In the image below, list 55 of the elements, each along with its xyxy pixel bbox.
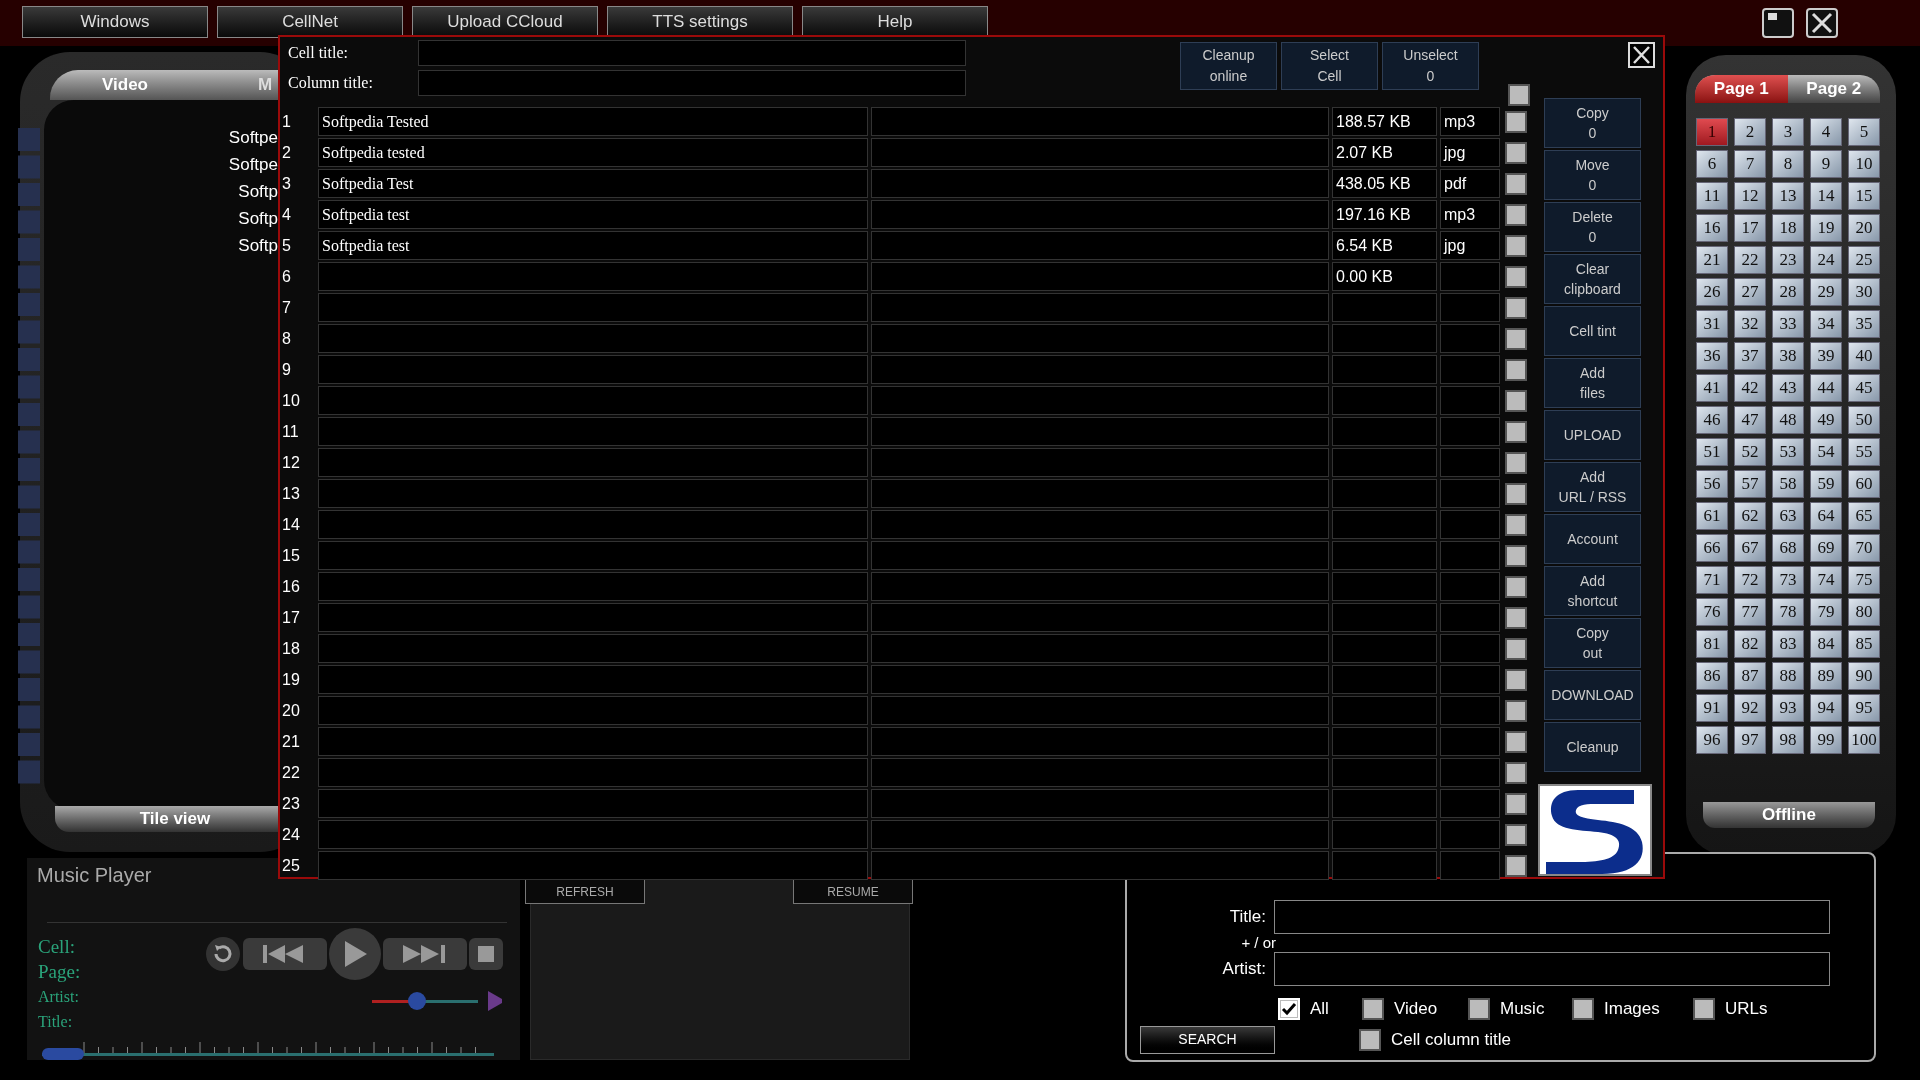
row-number: 18 [281, 638, 301, 659]
row-number: 17 [281, 607, 301, 628]
table-cell: Softpedia Test [318, 169, 868, 198]
field-label: Cell title: [288, 43, 349, 63]
field-label: Page: [38, 960, 81, 984]
row-number: 15 [281, 545, 301, 566]
row-number: 2 [281, 142, 292, 163]
table-cell: Softpedia Tested [318, 107, 868, 136]
row-number: 13 [281, 483, 301, 504]
table-cell: Softpedia test [318, 200, 868, 229]
checkbox-label: URLs [1725, 998, 1768, 1020]
checkbox-label: Music [1500, 998, 1545, 1020]
field-label: Title: [38, 1012, 74, 1032]
field-label: Title: [1228, 906, 1267, 929]
table-cell: mp3 [1440, 200, 1500, 229]
row-number: 14 [281, 514, 301, 535]
checkbox-label: All [1310, 998, 1329, 1020]
row-number: 3 [281, 173, 292, 194]
row-number: 11 [281, 421, 300, 442]
table-cell: 438.05 KB [1332, 169, 1437, 198]
row-number: 20 [281, 700, 301, 721]
table-cell: Softpedia test [318, 231, 868, 260]
row-number: 12 [281, 452, 301, 473]
row-number: 22 [281, 762, 301, 783]
row-number: 4 [281, 204, 292, 225]
row-number: 6 [281, 266, 292, 287]
row-number: 16 [281, 576, 301, 597]
table-cell: jpg [1440, 138, 1500, 167]
table-cell: 197.16 KB [1332, 200, 1437, 229]
table-cell: 2.07 KB [1332, 138, 1437, 167]
row-number: 10 [281, 390, 301, 411]
field-label: Artist: [38, 987, 80, 1007]
table-cell: mp3 [1440, 107, 1500, 136]
row-number: 1 [281, 111, 292, 132]
table-cell: pdf [1440, 169, 1500, 198]
row-number: 8 [281, 328, 292, 349]
table-cell: 0.00 KB [1332, 262, 1437, 291]
field-label: Column title: [288, 73, 374, 93]
row-number: 25 [281, 855, 301, 876]
checkbox-label: Images [1604, 998, 1660, 1020]
row-number: 21 [281, 731, 301, 752]
row-number: 9 [281, 359, 292, 380]
checkbox-label: Video [1394, 998, 1438, 1020]
table-cell: jpg [1440, 231, 1500, 260]
table-cell: 188.57 KB [1332, 107, 1437, 136]
row-number: 7 [281, 297, 292, 318]
table-cell: 6.54 KB [1332, 231, 1437, 260]
row-number: 19 [281, 669, 301, 690]
field-label: Cell: [38, 935, 76, 959]
row-number: 5 [281, 235, 292, 256]
checkbox-label: Cell column title [1391, 1028, 1511, 1051]
connector-label: + / or [1240, 934, 1276, 952]
field-label: Artist: [1221, 958, 1267, 981]
table-cell: Softpedia tested [318, 138, 868, 167]
panel-title: Music Player [37, 863, 152, 888]
